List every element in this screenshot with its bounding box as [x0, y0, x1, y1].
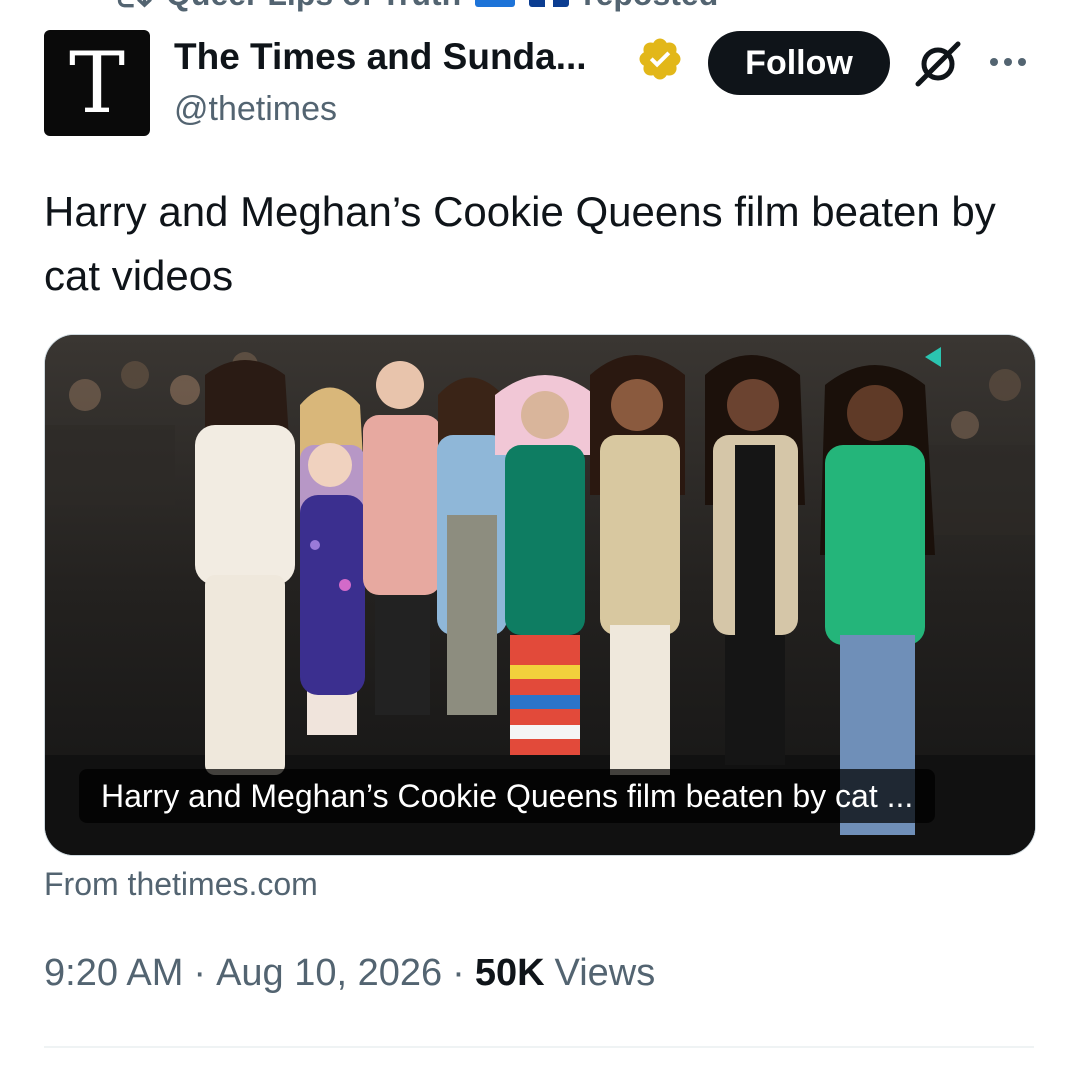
- views-label: Views: [554, 952, 656, 994]
- repost-indicator[interactable]: Queer Lips of Truth reposted: [112, 0, 718, 14]
- meta-separator: ·: [452, 952, 465, 994]
- repost-icon: [117, 0, 152, 8]
- more-options-icon[interactable]: [990, 50, 1034, 74]
- reposted-label: reposted: [583, 0, 718, 13]
- tweet-time[interactable]: 9:20 AM: [44, 952, 183, 995]
- views-count: 50K: [474, 952, 545, 994]
- follow-button[interactable]: Follow: [708, 31, 890, 95]
- author-handle[interactable]: @thetimes: [174, 90, 337, 129]
- tweet-text: Harry and Meghan’s Cookie Queens film be…: [44, 188, 996, 299]
- author-avatar[interactable]: T: [44, 30, 150, 136]
- author-display-name[interactable]: The Times and Sunda...: [174, 36, 587, 78]
- verified-gold-badge-icon[interactable]: [636, 35, 684, 83]
- tweet-date[interactable]: Aug 10, 2026: [216, 952, 442, 995]
- grok-icon[interactable]: [910, 36, 966, 92]
- avatar-letter: T: [68, 34, 126, 132]
- dot-icon: [1004, 58, 1012, 66]
- uk-flag-emoji: [529, 0, 570, 7]
- link-card-caption: Harry and Meghan’s Cookie Queens film be…: [79, 769, 936, 823]
- flag-emoji-blue: [475, 0, 516, 7]
- tweet-metadata: 9:20 AM · Aug 10, 2026 · 50K Views: [44, 952, 655, 995]
- meta-separator: ·: [193, 952, 207, 994]
- link-preview-card[interactable]: Harry and Meghan’s Cookie Queens film be…: [44, 334, 1036, 856]
- link-source[interactable]: From thetimes.com: [44, 866, 318, 903]
- divider: [44, 1046, 1034, 1048]
- dot-icon: [1018, 58, 1026, 66]
- reposter-name[interactable]: Queer Lips of Truth: [166, 0, 461, 13]
- dot-icon: [990, 58, 998, 66]
